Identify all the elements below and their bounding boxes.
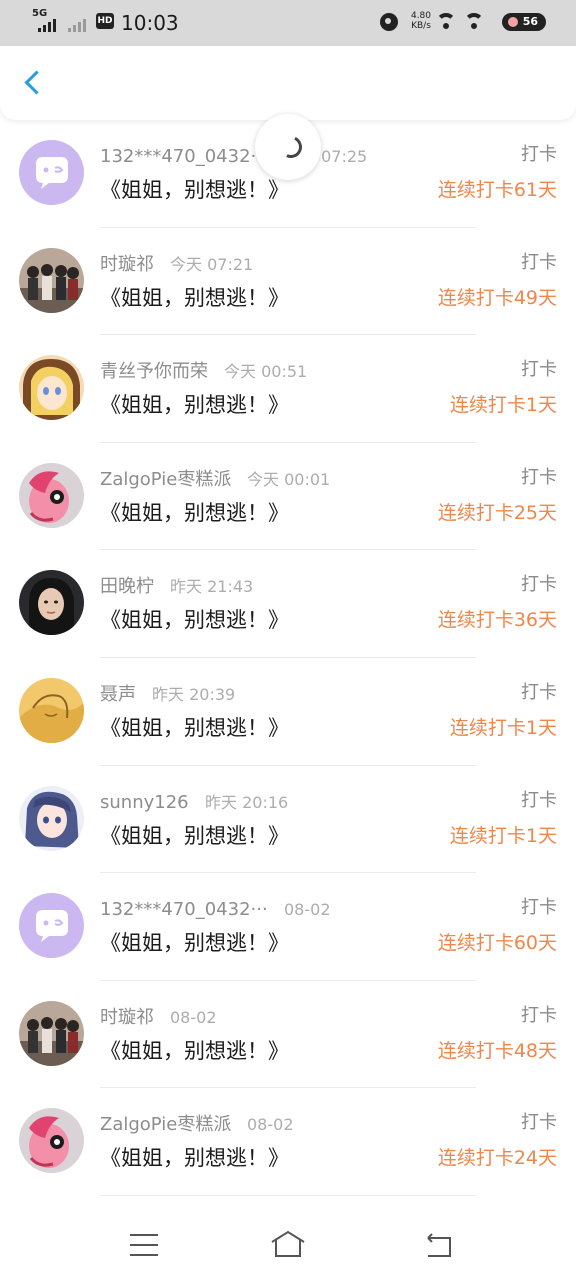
refresh-spinner-icon [255, 114, 321, 180]
username[interactable]: 132***470_0432··· [100, 899, 268, 921]
streak-count: 连续打卡25天 [437, 501, 557, 524]
book-title[interactable]: 《姐姐，别想逃！》 [100, 391, 289, 419]
action-label: 打卡 [521, 466, 557, 488]
cellular-signal-2-icon [68, 18, 86, 32]
check-in-item[interactable]: sunny126 昨天 20:16 《姐姐，别想逃！》 打卡连续打卡1天 [0, 766, 576, 874]
avatar[interactable] [19, 1108, 84, 1174]
back-icon[interactable] [18, 68, 48, 98]
timestamp: 08-02 [247, 1115, 294, 1135]
timestamp: 今天 00:01 [247, 469, 331, 489]
action-label: 打卡 [521, 359, 557, 381]
timestamp: 昨天 20:16 [205, 792, 289, 812]
book-title[interactable]: 《姐姐，别想逃！》 [100, 929, 289, 957]
streak-count: 连续打卡1天 [449, 394, 557, 417]
username[interactable]: 聂声 [100, 684, 136, 706]
timestamp: 昨天 21:43 [170, 577, 254, 597]
back-nav-icon[interactable] [424, 1232, 454, 1258]
avatar[interactable] [19, 570, 84, 636]
avatar[interactable] [19, 247, 84, 313]
check-in-item[interactable]: 时璇祁 今天 07:21 《姐姐，别想逃！》 打卡连续打卡49天 [0, 228, 576, 336]
streak-count: 连续打卡61天 [437, 179, 557, 201]
status-bar: 5G HD 10:03 4.80 KB/s 56 [0, 0, 576, 46]
username[interactable]: ZalgoPie枣糕派 [100, 469, 231, 491]
check-in-item[interactable]: 青丝予你而荣 今天 00:51 《姐姐，别想逃！》 打卡连续打卡1天 [0, 335, 576, 443]
username[interactable]: 时璇祁 [100, 1007, 154, 1029]
network-speed-unit: KB/s [411, 21, 431, 31]
avatar[interactable] [19, 1000, 84, 1066]
check-in-item[interactable]: ZalgoPie枣糕派 08-02 《姐姐，别想逃！》 打卡连续打卡24天 [0, 1088, 576, 1196]
action-label: 打卡 [521, 1004, 557, 1026]
timestamp: 08-02 [170, 1007, 217, 1027]
alarm-icon [380, 13, 398, 31]
avatar[interactable] [19, 355, 84, 421]
avatar[interactable] [19, 677, 84, 743]
streak-count: 连续打卡48天 [437, 1039, 557, 1062]
cellular-signal-icon [38, 18, 56, 32]
username[interactable]: sunny126 [100, 792, 189, 814]
streak-count: 连续打卡1天 [449, 716, 557, 739]
book-title[interactable]: 《姐姐，别想逃！》 [100, 822, 289, 850]
wifi-icon [436, 13, 456, 29]
username[interactable]: 时璇祁 [100, 254, 154, 276]
action-label: 打卡 [521, 789, 557, 811]
timestamp: 08-02 [284, 900, 331, 920]
home-icon[interactable] [270, 1230, 306, 1258]
username[interactable]: ZalgoPie枣糕派 [100, 1114, 231, 1136]
check-in-item[interactable]: 田晚柠 昨天 21:43 《姐姐，别想逃！》 打卡连续打卡36天 [0, 550, 576, 658]
timestamp: 今天 07:21 [170, 254, 254, 274]
action-label: 打卡 [521, 574, 557, 596]
streak-count: 连续打卡49天 [437, 286, 557, 309]
avatar[interactable] [19, 893, 84, 959]
username[interactable]: 田晚柠 [100, 576, 154, 598]
book-title[interactable]: 《姐姐，别想逃！》 [100, 606, 289, 634]
book-title[interactable]: 《姐姐，别想逃！》 [100, 176, 289, 204]
check-in-item[interactable]: 时璇祁 08-02 《姐姐，别想逃！》 打卡连续打卡48天 [0, 981, 576, 1089]
avatar[interactable] [19, 462, 84, 528]
streak-count: 连续打卡24天 [437, 1147, 557, 1170]
check-in-list: 132***470_0432··· 今天 07:25 《姐姐，别想逃！》 打卡 连续打卡… [0, 120, 576, 1196]
action-label: 打卡 [521, 1112, 557, 1134]
menu-icon[interactable] [130, 1234, 158, 1256]
book-title[interactable]: 《姐姐，别想逃！》 [100, 1144, 289, 1172]
action-label: 打卡 [521, 144, 557, 165]
action-label: 打卡 [521, 681, 557, 703]
book-title[interactable]: 《姐姐，别想逃！》 [100, 284, 289, 312]
streak-count: 连续打卡36天 [437, 609, 557, 632]
streak-count: 连续打卡60天 [437, 932, 557, 955]
action-label: 打卡 [521, 897, 557, 919]
streak-count: 连续打卡1天 [449, 824, 557, 847]
top-navigation-bar [0, 46, 576, 120]
timestamp: 今天 00:51 [224, 362, 308, 382]
system-navigation-bar [0, 1198, 576, 1280]
timestamp: 昨天 20:39 [152, 684, 236, 704]
hd-icon: HD [96, 13, 114, 29]
username[interactable]: 132***470_0432··· [100, 146, 268, 168]
book-title[interactable]: 《姐姐，别想逃！》 [100, 714, 289, 742]
check-in-item[interactable]: 132***470_0432··· 08-02 《姐姐，别想逃！》 打卡连续打卡60天 [0, 873, 576, 981]
wifi-2-icon [464, 13, 484, 29]
check-in-item[interactable]: ZalgoPie枣糕派 今天 00:01 《姐姐，别想逃！》 打卡连续打卡25天 [0, 443, 576, 551]
book-title[interactable]: 《姐姐，别想逃！》 [100, 1037, 289, 1065]
network-speed-value: 4.80 [410, 11, 432, 21]
action-label: 打卡 [521, 251, 557, 273]
book-title[interactable]: 《姐姐，别想逃！》 [100, 499, 289, 527]
clock: 10:03 [121, 11, 179, 35]
avatar[interactable] [19, 140, 84, 205]
status-right: 4.80 KB/s 56 [366, 11, 546, 35]
username[interactable]: 青丝予你而荣 [100, 361, 208, 383]
battery-icon: 56 [502, 13, 546, 31]
avatar[interactable] [19, 785, 84, 851]
check-in-item[interactable]: 聂声 昨天 20:39 《姐姐，别想逃！》 打卡连续打卡1天 [0, 658, 576, 766]
network-speed: 4.80 KB/s [404, 11, 438, 31]
